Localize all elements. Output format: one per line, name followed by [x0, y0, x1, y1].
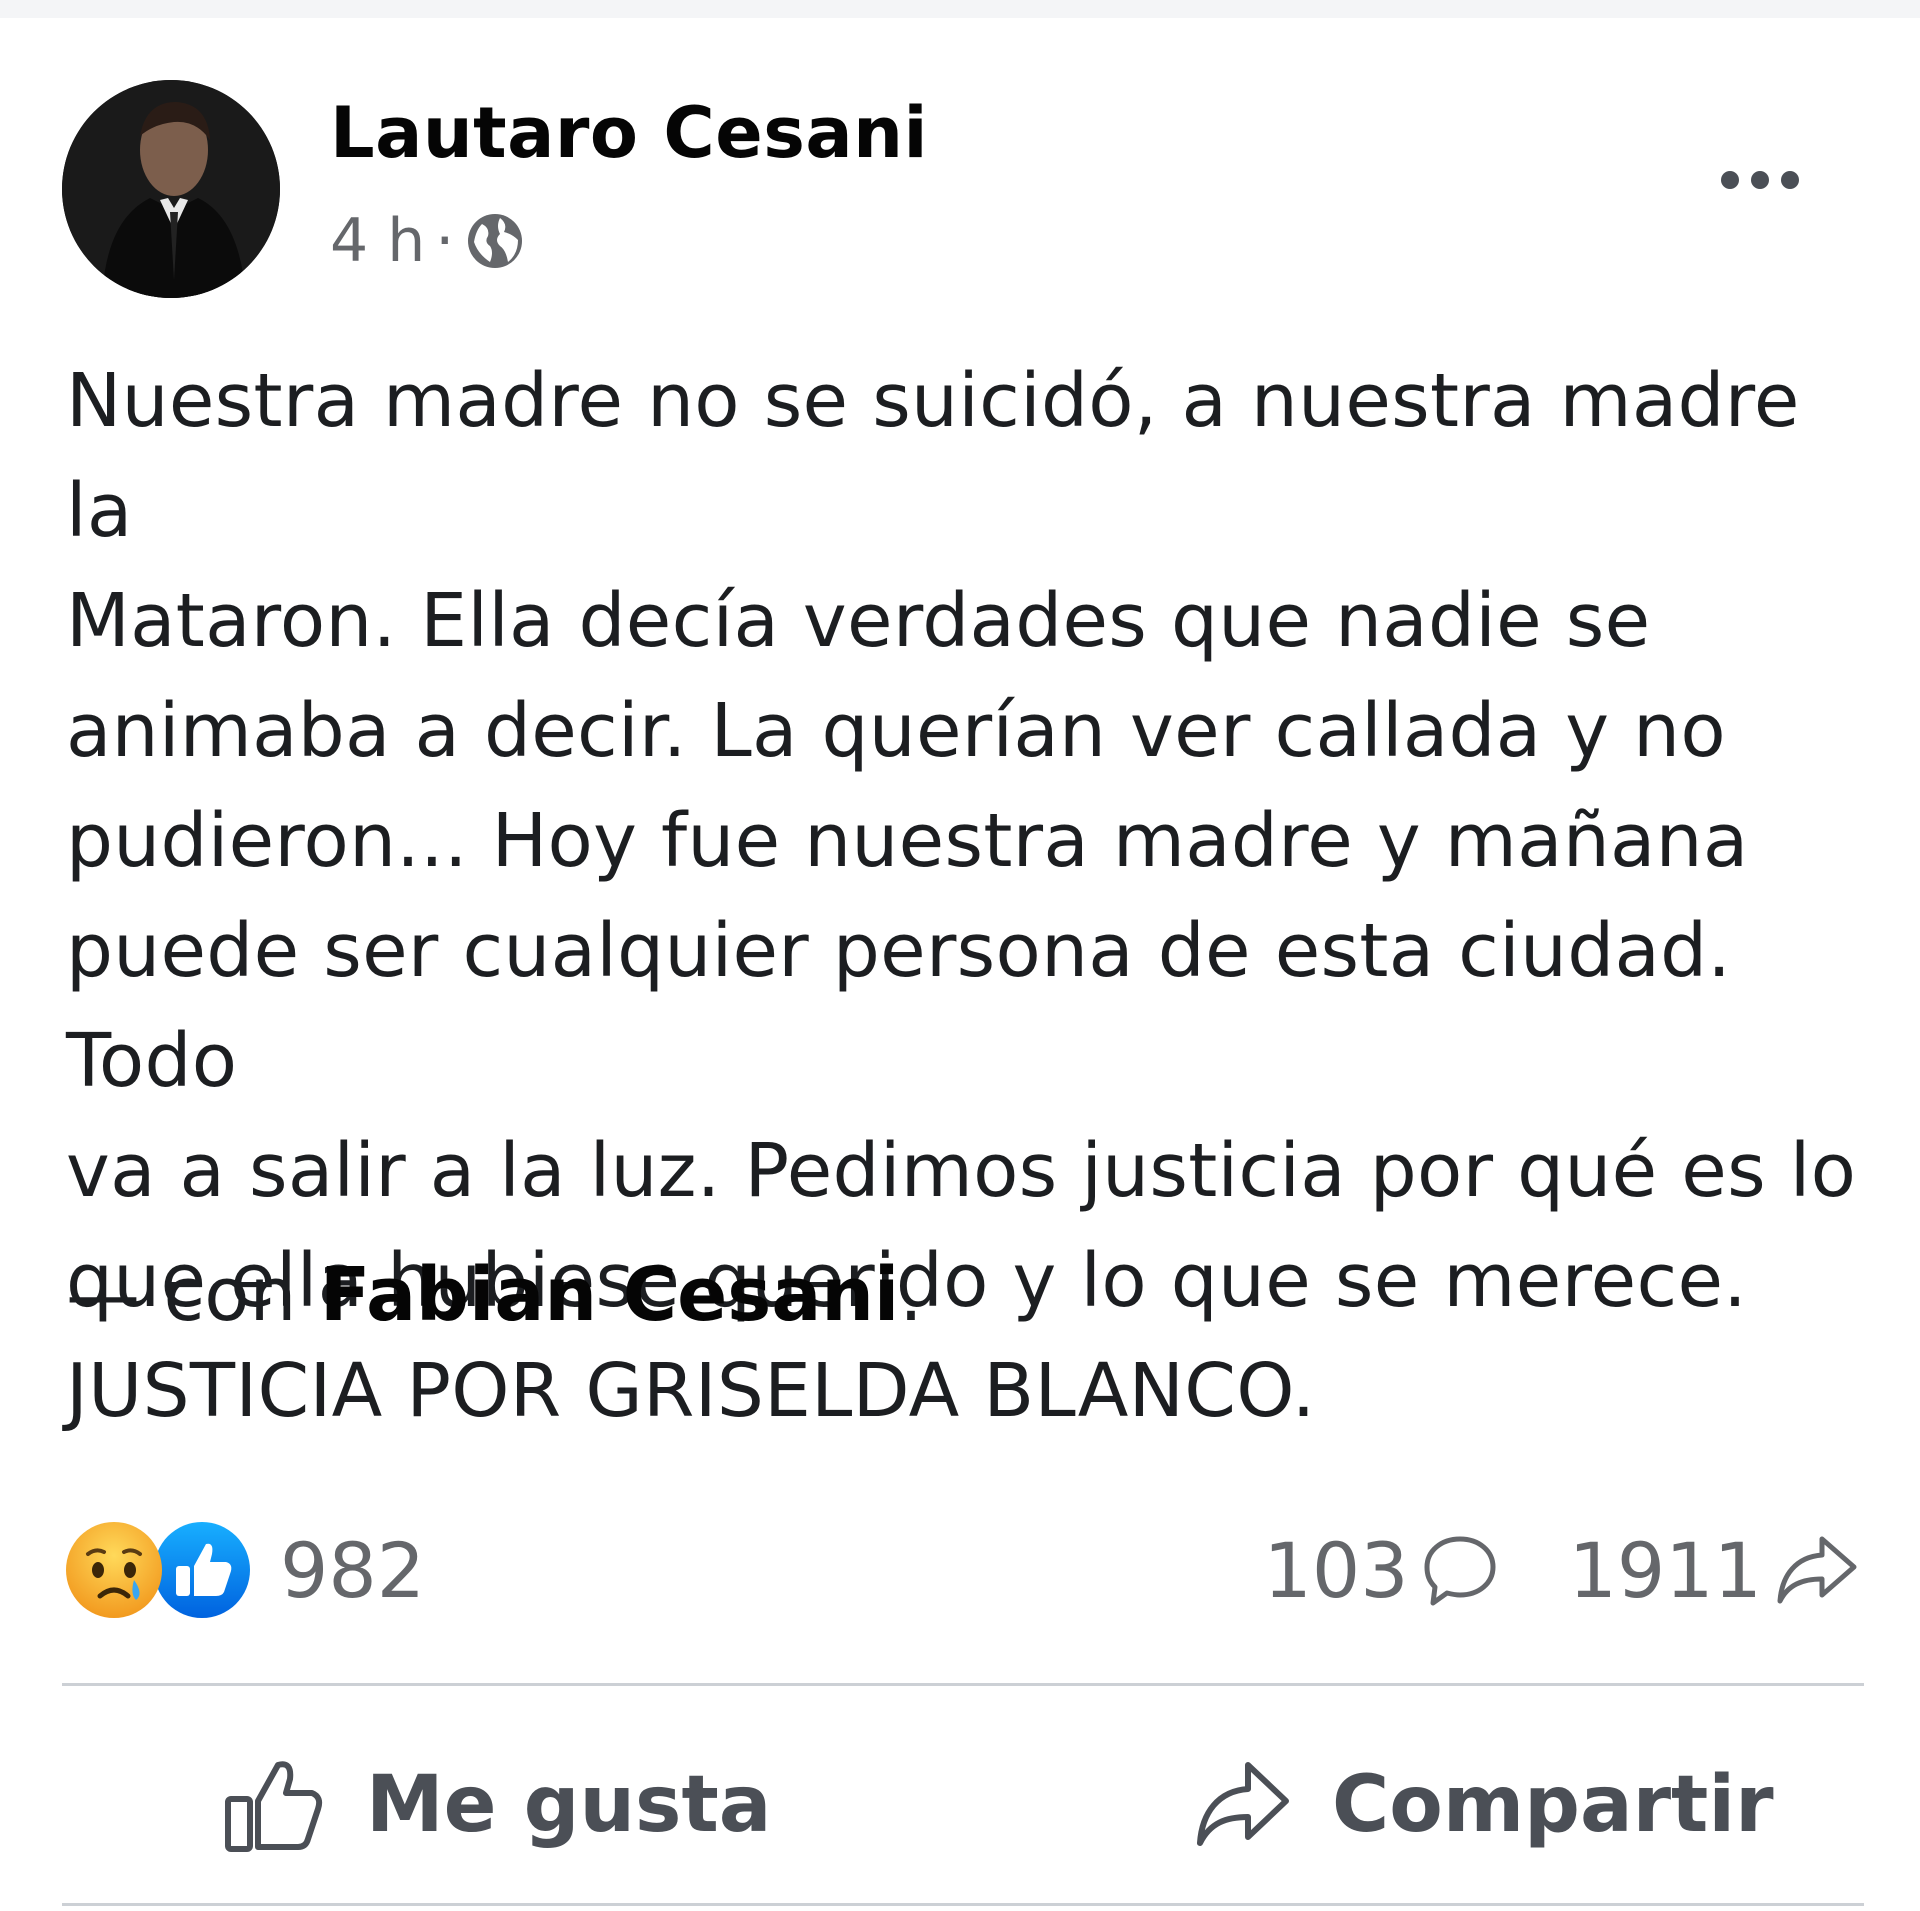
more-dot-icon: [1751, 171, 1769, 189]
comments-count: 103: [1263, 1525, 1409, 1615]
share-button[interactable]: Compartir: [1192, 1750, 1774, 1860]
more-dot-icon: [1781, 171, 1799, 189]
tagged-prefix: — con: [66, 1252, 320, 1338]
post-meta: 4 h ·: [330, 206, 526, 276]
divider: [62, 1683, 1864, 1686]
post-stats: 103 1911: [1264, 1520, 1860, 1620]
more-options-button[interactable]: [1700, 150, 1820, 210]
reactions-count: 982: [280, 1525, 426, 1615]
meta-separator: ·: [435, 206, 455, 276]
more-dot-icon: [1721, 171, 1739, 189]
like-button-label: Me gusta: [366, 1760, 772, 1850]
divider: [62, 1903, 1864, 1906]
top-band: [0, 0, 1920, 18]
author-name[interactable]: Lautaro Cesani: [330, 92, 928, 174]
sad-reaction-icon: [64, 1520, 164, 1620]
reactions-summary[interactable]: 982: [64, 1520, 425, 1620]
comment-icon: [1424, 1536, 1496, 1606]
tagged-person-link[interactable]: Fabian Cesani: [320, 1252, 899, 1338]
avatar[interactable]: [62, 80, 280, 298]
like-button[interactable]: Me gusta: [222, 1750, 771, 1860]
share-icon: [1777, 1536, 1857, 1604]
shares-count: 1911: [1568, 1525, 1762, 1615]
post-time[interactable]: 4 h: [330, 206, 425, 276]
share-arrow-icon: [1197, 1762, 1289, 1846]
shares-stat[interactable]: 1911: [1569, 1526, 1860, 1615]
thumbs-up-icon: [225, 1761, 323, 1852]
like-reaction-icon: [152, 1520, 252, 1620]
comments-stat[interactable]: 103: [1264, 1526, 1499, 1615]
tagged-suffix: .: [899, 1252, 923, 1338]
globe-icon[interactable]: [464, 210, 526, 272]
share-button-label: Compartir: [1332, 1760, 1774, 1850]
tagged-with: — con Fabian Cesani.: [66, 1240, 923, 1350]
